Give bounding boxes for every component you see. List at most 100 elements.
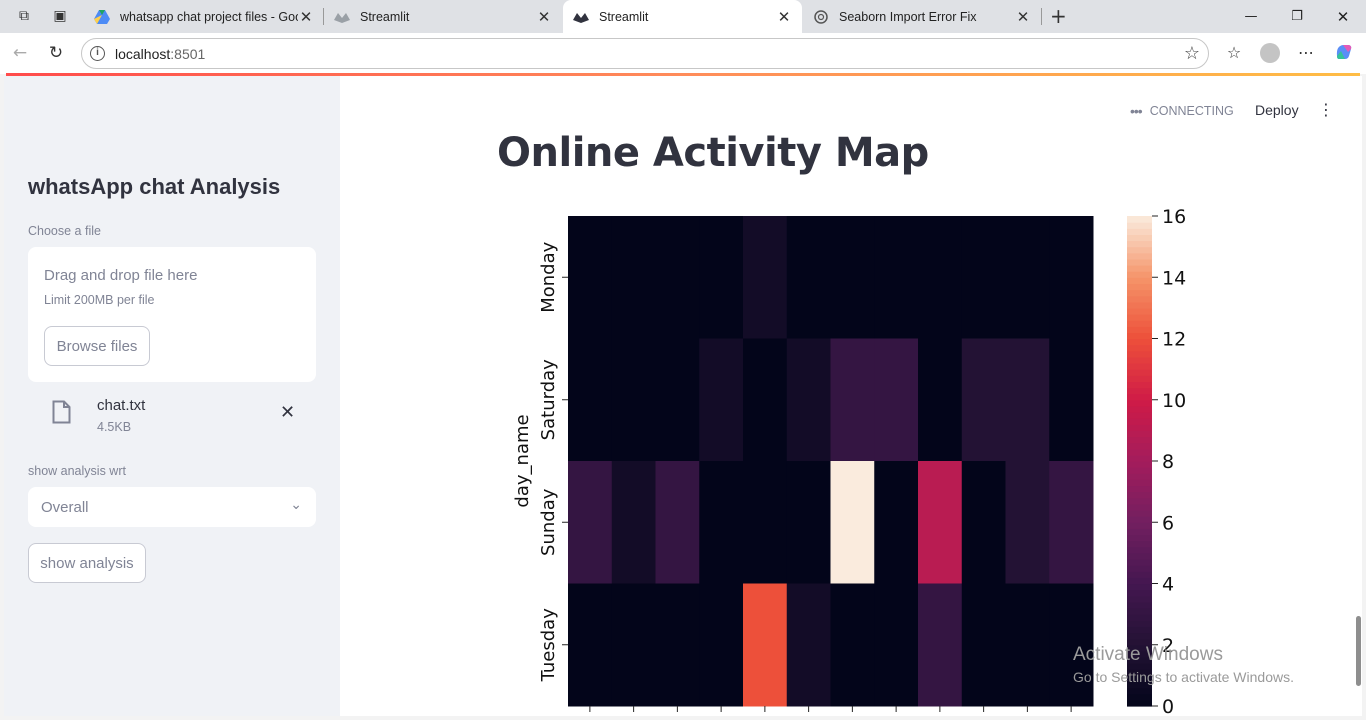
- colorbar-segment: [1127, 289, 1152, 297]
- main-menu-icon[interactable]: ⋮: [1318, 100, 1334, 119]
- y-tick-label: Sunday: [538, 488, 559, 556]
- activity-heatmap: MondaySaturdaySundayTuesdayday_name02468…: [512, 206, 1186, 716]
- colorbar-segment: [1127, 626, 1152, 634]
- favorites-icon[interactable]: ☆: [1223, 42, 1245, 64]
- close-tab-icon[interactable]: ✕: [298, 8, 314, 26]
- tab-title: Streamlit: [599, 9, 649, 24]
- heatmap-cell: [918, 583, 963, 707]
- file-dropzone[interactable]: Drag and drop file here Limit 200MB per …: [28, 247, 316, 382]
- colorbar-segment: [1127, 528, 1152, 536]
- dropzone-limit: Limit 200MB per file: [44, 293, 155, 307]
- heatmap-cell: [699, 338, 744, 462]
- colorbar-segment: [1127, 222, 1152, 229]
- colorbar-segment: [1127, 265, 1152, 272]
- remove-file-icon[interactable]: ✕: [280, 402, 295, 423]
- y-tick-label: Saturday: [538, 359, 559, 440]
- analysis-select[interactable]: Overall ⌄: [28, 487, 316, 527]
- show-analysis-button[interactable]: show analysis: [28, 543, 146, 583]
- colorbar-segment: [1127, 552, 1152, 560]
- tab-actions-icon[interactable]: ▣: [52, 8, 68, 24]
- colorbar-segment: [1127, 461, 1152, 468]
- sidebar-title: whatsApp chat Analysis: [28, 174, 281, 199]
- colorbar-segment: [1127, 387, 1152, 395]
- colorbar-segment: [1127, 699, 1152, 707]
- colorbar-segment: [1127, 307, 1152, 315]
- address-bar[interactable]: i localhost:8501 ☆: [81, 38, 1209, 69]
- page-title: Online Activity Map: [497, 130, 929, 176]
- colorbar-segment: [1127, 534, 1152, 542]
- colorbar-segment: [1127, 620, 1152, 627]
- tab-google-drive[interactable]: whatsapp chat project files - Goo ✕: [84, 0, 324, 33]
- colorbar-segment: [1127, 485, 1152, 493]
- heatmap-cell: [874, 338, 919, 462]
- colorbar-segment: [1127, 467, 1152, 474]
- heatmap-cell: [655, 583, 700, 707]
- heatmap-cell: [1049, 338, 1094, 462]
- deploy-button[interactable]: Deploy: [1255, 102, 1299, 118]
- colorbar-segment: [1127, 356, 1152, 364]
- colorbar-segment: [1127, 283, 1152, 291]
- chatgpt-icon: [813, 9, 829, 25]
- tab-streamlit-active[interactable]: Streamlit ✕: [563, 0, 802, 33]
- more-menu-icon[interactable]: ⋯: [1295, 42, 1317, 64]
- site-info-icon[interactable]: i: [90, 46, 105, 61]
- minimize-icon[interactable]: —: [1228, 0, 1274, 33]
- colorbar-segment: [1127, 473, 1152, 480]
- heatmap-cell: [786, 338, 831, 462]
- heatmap-cell: [918, 461, 963, 584]
- profile-avatar-icon[interactable]: [1260, 43, 1280, 63]
- heatmap-cell: [743, 216, 788, 339]
- colorbar-segment: [1127, 510, 1152, 517]
- close-tab-icon[interactable]: ✕: [536, 8, 552, 26]
- file-uploader-label: Choose a file: [28, 224, 101, 238]
- close-tab-icon[interactable]: ✕: [1015, 8, 1031, 26]
- tab-streamlit[interactable]: Streamlit ✕: [324, 0, 562, 33]
- tab-seaborn-error[interactable]: Seaborn Import Error Fix ✕: [803, 0, 1041, 33]
- close-window-icon[interactable]: ✕: [1320, 0, 1366, 33]
- heatmap-cell: [743, 583, 788, 707]
- file-icon: [52, 400, 71, 424]
- colorbar-segment: [1127, 565, 1152, 572]
- y-tick-label: Tuesday: [538, 608, 559, 683]
- reload-icon[interactable]: ↻: [46, 43, 66, 63]
- heatmap-cell: [1049, 216, 1094, 339]
- colorbar-segment: [1127, 491, 1152, 499]
- heatmap-cell: [961, 461, 1006, 584]
- colorbar-segment: [1127, 430, 1152, 438]
- bookmark-star-icon[interactable]: ☆: [1184, 43, 1200, 64]
- colorbar-segment: [1127, 399, 1152, 407]
- restore-icon[interactable]: ❐: [1274, 0, 1320, 33]
- uploaded-file-row: chat.txt 4.5KB ✕: [28, 394, 316, 438]
- colorbar-segment: [1127, 369, 1152, 376]
- browse-files-button[interactable]: Browse files: [44, 326, 150, 366]
- heatmap-cell: [961, 338, 1006, 462]
- colorbar-segment: [1127, 375, 1152, 382]
- colorbar-segment: [1127, 338, 1152, 346]
- colorbar-segment: [1127, 577, 1152, 585]
- heatmap-cell: [961, 583, 1006, 707]
- colorbar-tick-label: 14: [1162, 267, 1186, 289]
- close-tab-icon[interactable]: ✕: [776, 8, 792, 26]
- colorbar-tick-label: 0: [1162, 696, 1174, 716]
- colorbar-segment: [1127, 559, 1152, 566]
- copilot-icon[interactable]: [1333, 42, 1355, 64]
- heatmap-cell: [961, 216, 1006, 339]
- heatmap-cell: [611, 216, 656, 339]
- page-scrollbar[interactable]: [1356, 616, 1361, 686]
- heatmap-cell: [830, 461, 875, 584]
- y-tick-label: Monday: [538, 241, 559, 312]
- sidebar: whatsApp chat Analysis Choose a file Dra…: [4, 76, 340, 716]
- colorbar-segment: [1127, 271, 1152, 278]
- new-tab-icon[interactable]: +: [1050, 6, 1067, 26]
- heatmap-cell: [1049, 461, 1094, 584]
- heatmap-cell: [611, 461, 656, 584]
- colorbar-segment: [1127, 228, 1152, 235]
- dropzone-title: Drag and drop file here: [44, 267, 198, 284]
- colorbar-segment: [1127, 258, 1152, 266]
- workspaces-icon[interactable]: ⧉: [16, 8, 32, 24]
- back-icon[interactable]: ←: [10, 43, 30, 63]
- colorbar-segment: [1127, 320, 1152, 327]
- colorbar-segment: [1127, 479, 1152, 487]
- heatmap-cell: [874, 216, 919, 339]
- colorbar-segment: [1127, 436, 1152, 444]
